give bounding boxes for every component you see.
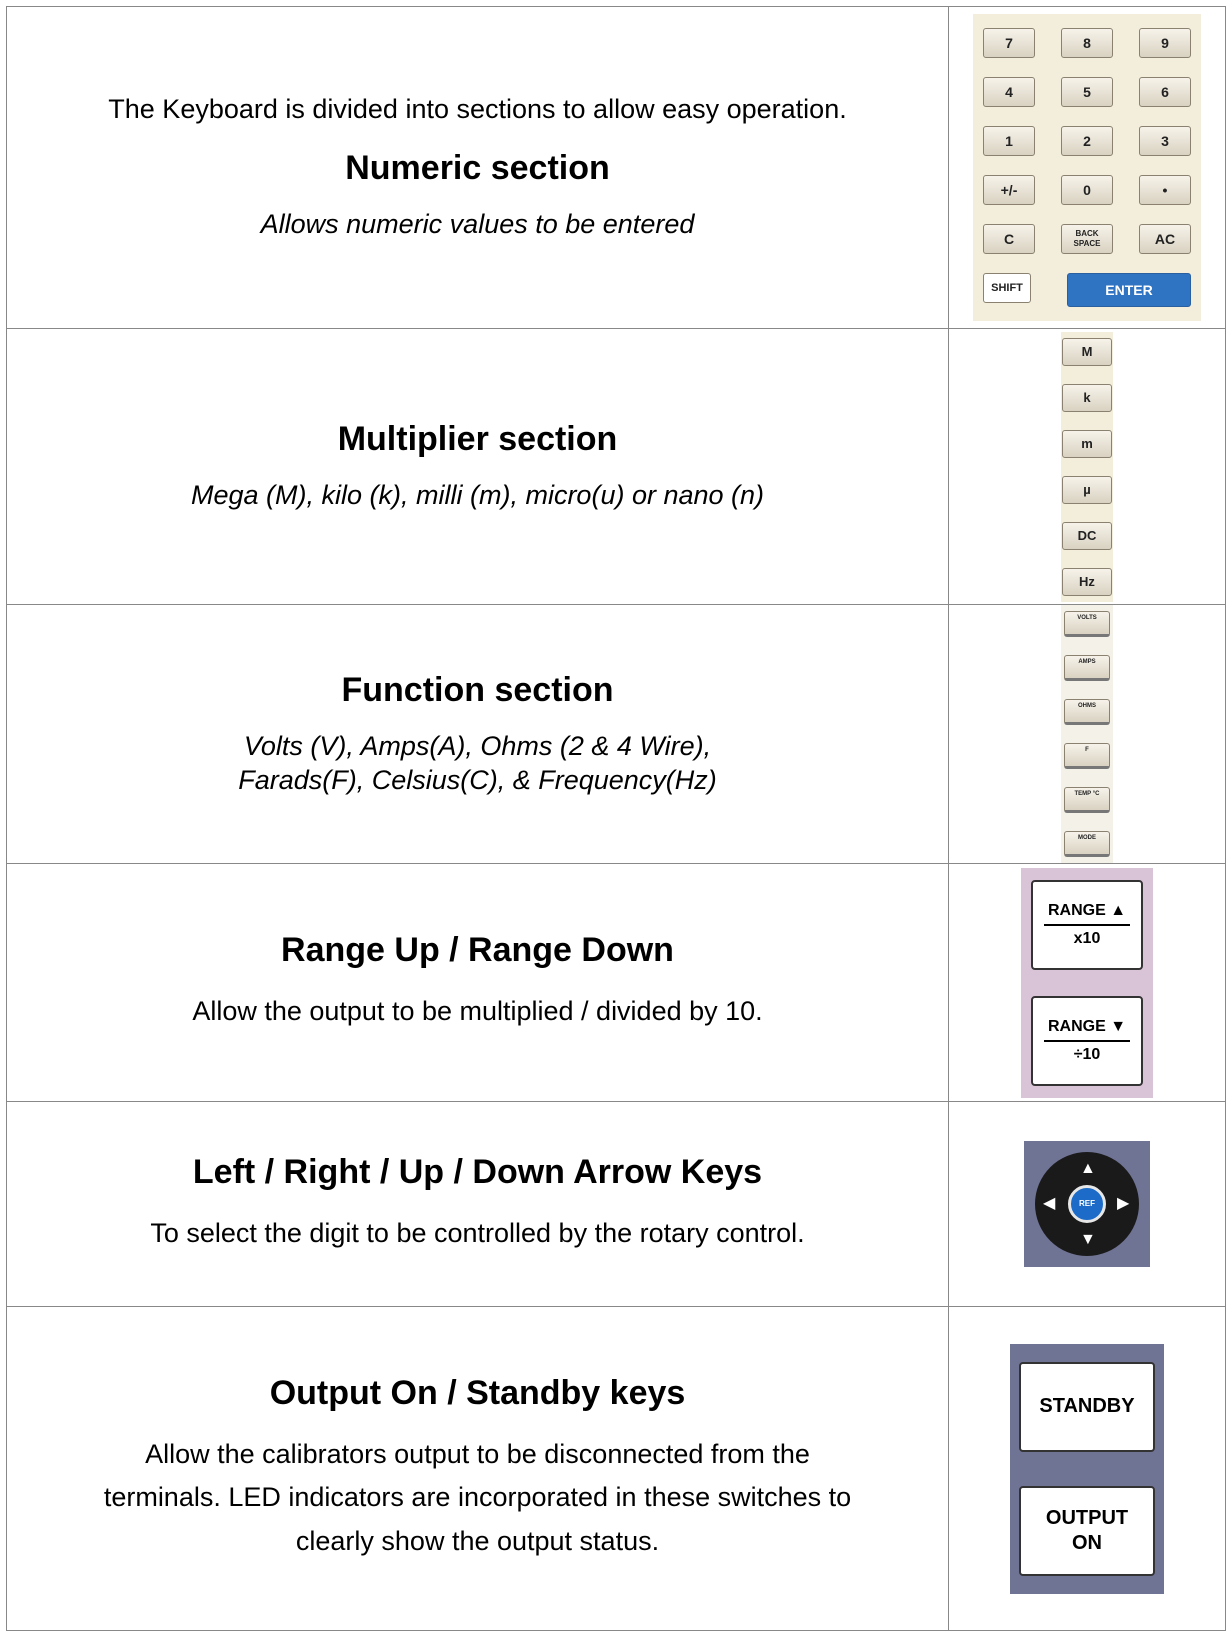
- row-numeric: The Keyboard is divided into sections to…: [6, 6, 1226, 329]
- key-plus-minus[interactable]: +/-: [983, 175, 1035, 205]
- range-keys: RANGE ▲ x10 RANGE ▼ ÷10: [1021, 867, 1153, 1098]
- numeric-desc: Allows numeric values to be entered: [260, 208, 695, 239]
- key-temp[interactable]: TEMP °C: [1064, 787, 1110, 813]
- row-range: Range Up / Range Down Allow the output t…: [6, 863, 1226, 1102]
- row-arrows: Left / Right / Up / Down Arrow Keys To s…: [6, 1101, 1226, 1307]
- key-volts[interactable]: VOLTS: [1064, 611, 1110, 637]
- range-up-label: RANGE ▲: [1043, 902, 1131, 926]
- arrow-right-icon[interactable]: ▶: [1117, 1196, 1129, 1212]
- output-desc-line2: terminals. LED indicators are incorporat…: [103, 1482, 852, 1513]
- arrow-up-icon[interactable]: ▲: [1080, 1161, 1096, 1177]
- intro-text: The Keyboard is divided into sections to…: [108, 93, 847, 124]
- function-desc-line2: Farads(F), Celsius(C), & Frequency(Hz): [238, 764, 717, 795]
- key-backspace[interactable]: BACK SPACE: [1061, 224, 1113, 254]
- standby-button[interactable]: STANDBY: [1019, 1361, 1155, 1452]
- range-up-button[interactable]: RANGE ▲ x10: [1031, 879, 1143, 970]
- output-desc-line3: clearly show the output status.: [295, 1525, 660, 1556]
- arrow-keypad: ▲ ▼ ◀ ▶ REF: [1024, 1141, 1150, 1267]
- numeric-keypad: 7 8 9 4 5 6 1 2 3 +/- 0 • C BACK SPACE A…: [973, 14, 1201, 321]
- range-down-label: RANGE ▼: [1043, 1018, 1131, 1042]
- range-heading: Range Up / Range Down: [281, 931, 674, 970]
- range-down-button[interactable]: RANGE ▼ ÷10: [1031, 995, 1143, 1086]
- row-output: Output On / Standby keys Allow the calib…: [6, 1306, 1226, 1631]
- range-desc: Allow the output to be multiplied / divi…: [192, 996, 763, 1027]
- key-c[interactable]: C: [983, 224, 1035, 254]
- range-up-sub: x10: [1073, 929, 1101, 947]
- key-mode[interactable]: MODE: [1064, 831, 1110, 857]
- key-decimal[interactable]: •: [1139, 175, 1191, 205]
- key-ohms[interactable]: OHMS: [1064, 699, 1110, 725]
- output-keys: STANDBY OUTPUT ON: [1010, 1343, 1164, 1594]
- multiplier-desc: Mega (M), kilo (k), milli (m), micro(u) …: [190, 480, 765, 511]
- key-ac[interactable]: AC: [1139, 224, 1191, 254]
- key-micro[interactable]: µ: [1062, 475, 1112, 504]
- arrow-down-icon[interactable]: ▼: [1080, 1232, 1096, 1248]
- arrows-heading: Left / Right / Up / Down Arrow Keys: [192, 1152, 763, 1191]
- numeric-heading: Numeric section: [345, 148, 610, 187]
- ref-button[interactable]: REF: [1068, 1185, 1106, 1223]
- key-3[interactable]: 3: [1139, 126, 1191, 156]
- key-farads[interactable]: F: [1064, 743, 1110, 769]
- key-2[interactable]: 2: [1061, 126, 1113, 156]
- key-hz[interactable]: Hz: [1062, 567, 1112, 596]
- key-4[interactable]: 4: [983, 77, 1035, 107]
- key-enter[interactable]: ENTER: [1067, 273, 1191, 307]
- key-7[interactable]: 7: [983, 28, 1035, 58]
- output-desc-line1: Allow the calibrators output to be disco…: [145, 1439, 810, 1470]
- row-function: Function section Volts (V), Amps(A), Ohm…: [6, 604, 1226, 864]
- function-keys: VOLTS AMPS OHMS F TEMP °C MODE: [1061, 605, 1113, 863]
- row-multiplier: Multiplier section Mega (M), kilo (k), m…: [6, 328, 1226, 605]
- arrow-left-icon[interactable]: ◀: [1043, 1196, 1055, 1212]
- keyboard-sections-table: The Keyboard is divided into sections to…: [6, 6, 1226, 1631]
- key-1[interactable]: 1: [983, 126, 1035, 156]
- key-dc[interactable]: DC: [1062, 521, 1112, 550]
- function-heading: Function section: [341, 670, 614, 709]
- key-kilo[interactable]: k: [1062, 383, 1112, 412]
- key-milli[interactable]: m: [1062, 429, 1112, 458]
- multiplier-keys: M k m µ DC Hz: [1061, 331, 1113, 602]
- key-0[interactable]: 0: [1061, 175, 1113, 205]
- key-6[interactable]: 6: [1139, 77, 1191, 107]
- arrows-desc: To select the digit to be controlled by …: [150, 1217, 805, 1248]
- key-shift[interactable]: SHIFT: [983, 273, 1031, 303]
- key-8[interactable]: 8: [1061, 28, 1113, 58]
- function-desc-line1: Volts (V), Amps(A), Ohms (2 & 4 Wire),: [243, 730, 712, 761]
- multiplier-heading: Multiplier section: [337, 420, 618, 459]
- key-amps[interactable]: AMPS: [1064, 655, 1110, 681]
- output-on-button[interactable]: OUTPUT ON: [1019, 1485, 1155, 1576]
- range-down-sub: ÷10: [1073, 1045, 1101, 1063]
- key-mega[interactable]: M: [1062, 337, 1112, 366]
- key-5[interactable]: 5: [1061, 77, 1113, 107]
- output-heading: Output On / Standby keys: [269, 1374, 686, 1413]
- key-9[interactable]: 9: [1139, 28, 1191, 58]
